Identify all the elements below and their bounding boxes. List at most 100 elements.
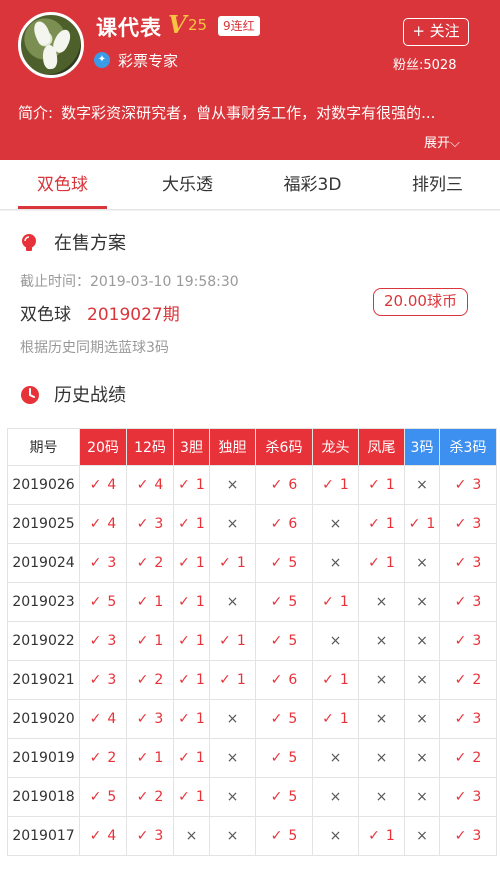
hit-cell: ✓ 1 [173,465,210,505]
expert-title: 彩票专家 [118,52,179,70]
hit-count: 1 [195,711,205,727]
price-button[interactable]: 20.00球币 [373,288,468,316]
hit-cell: ✓ 4 [79,699,127,739]
check-icon: ✓ [270,477,283,493]
hit-count: 2 [154,555,164,571]
check-icon: ✓ [454,516,467,532]
hit-count: 2 [107,750,117,766]
cross-icon: × [375,633,388,649]
avatar[interactable] [18,12,84,78]
hit-cell: ✓ 5 [255,621,313,661]
miss-cell: × [404,660,440,700]
hit-count: 3 [154,828,164,844]
check-icon: ✓ [136,750,149,766]
hit-cell: ✓ 2 [439,660,497,700]
sale-section: 在售方案 截止时间：2019-03-10 19:58:30 双色球 201902… [0,211,500,361]
hit-count: 3 [472,828,482,844]
check-icon: ✓ [270,750,283,766]
miss-cell: × [312,543,359,583]
cross-icon: × [416,789,428,805]
hit-cell: ✓ 1 [358,543,405,583]
follow-button[interactable]: + 关注 [403,18,469,46]
check-icon: ✓ [178,555,190,571]
tab-fc3d[interactable]: 福彩3D [250,160,375,209]
miss-cell: × [358,621,405,661]
hit-count: 3 [472,711,482,727]
check-icon: ✓ [136,711,149,727]
check-icon: ✓ [178,477,190,493]
check-icon: ✓ [136,555,149,571]
issue-cell: 2019018 [7,777,80,817]
check-icon: ✓ [178,516,190,532]
tab-ssq[interactable]: 双色球 [0,160,125,209]
check-icon: ✓ [454,828,467,844]
miss-cell: × [312,504,359,544]
miss-cell: × [312,621,359,661]
check-icon: ✓ [136,672,149,688]
hit-cell: ✓ 5 [255,543,313,583]
hit-cell: ✓ 4 [79,816,127,856]
miss-cell: × [404,543,440,583]
check-icon: ✓ [322,594,334,610]
hit-count: 5 [288,789,298,805]
check-icon: ✓ [136,789,149,805]
cross-icon: × [226,477,239,493]
miss-cell: × [404,816,440,856]
hit-cell: ✓ 1 [209,621,256,661]
hit-count: 1 [195,594,205,610]
hit-count: 1 [339,594,349,610]
check-icon: ✓ [408,516,421,532]
miss-cell: × [209,816,256,856]
miss-cell: × [404,621,440,661]
check-icon: ✓ [454,711,467,727]
cross-icon: × [329,555,342,571]
hit-cell: ✓ 3 [439,816,497,856]
hit-count: 5 [107,594,117,610]
check-icon: ✓ [89,516,102,532]
clock-icon [21,386,39,404]
issue-cell: 2019022 [7,621,80,661]
hit-cell: ✓ 6 [255,660,313,700]
cross-icon: × [375,789,388,805]
check-icon: ✓ [270,828,283,844]
miss-cell: × [209,465,256,505]
hit-count: 1 [385,477,395,493]
hit-count: 3 [472,477,482,493]
miss-cell: × [404,699,440,739]
miss-cell: × [358,582,405,622]
check-icon: ✓ [178,750,190,766]
hit-cell: ✓ 1 [173,504,210,544]
history-section: 历史战绩 期号 20码 12码 3胆 独胆 杀6码 龙头 凤尾 3码 杀3码 2… [0,361,500,876]
issue-number: 2019027期 [87,305,180,325]
hit-cell: ✓ 1 [173,660,210,700]
lottery-tabs: 双色球 大乐透 福彩3D 排列三 [0,160,500,210]
check-icon: ✓ [178,789,190,805]
hit-cell: ✓ 2 [79,738,127,778]
check-icon: ✓ [136,633,149,649]
intro-text: 数字彩资深研究者，曾从事财务工作，对数字有很强的... [61,104,436,122]
check-icon: ✓ [454,789,467,805]
vip-icon: V [168,10,187,39]
tab-pl3[interactable]: 排列三 [375,160,500,209]
hit-cell: ✓ 5 [255,582,313,622]
cross-icon: × [416,828,428,844]
hit-cell: ✓ 3 [439,699,497,739]
expert-name: 课代表 [96,16,162,40]
header-issue: 期号 [7,428,80,466]
issue-cell: 2019021 [7,660,80,700]
table-body: 2019026 ✓ 4 ✓ 4 ✓ 1 × ✓ 6 ✓ 1 ✓ 1 × ✓ 3 2019025 ✓ 4 ✓ 3 ✓ 1 × ✓ 6 ×… [7,465,497,856]
table-row: 2019020 ✓ 4 ✓ 3 ✓ 1 × ✓ 5 ✓ 1 × × ✓ 3 [7,699,497,739]
cross-icon: × [416,750,428,766]
hit-count: 1 [195,516,205,532]
header-col: 20码 [79,428,127,466]
hit-cell: ✓ 3 [79,621,127,661]
hit-cell: ✓ 5 [255,738,313,778]
expand-button[interactable]: 展开⌵ [424,132,460,151]
check-icon: ✓ [322,477,334,493]
tab-dlt[interactable]: 大乐透 [125,160,250,209]
hit-cell: ✓ 3 [439,465,497,505]
hit-count: 1 [236,672,246,688]
check-icon: ✓ [322,711,334,727]
table-row: 2019026 ✓ 4 ✓ 4 ✓ 1 × ✓ 6 ✓ 1 ✓ 1 × ✓ 3 [7,465,497,505]
deadline-text: 截止时间：2019-03-10 19:58:30 [20,274,239,290]
